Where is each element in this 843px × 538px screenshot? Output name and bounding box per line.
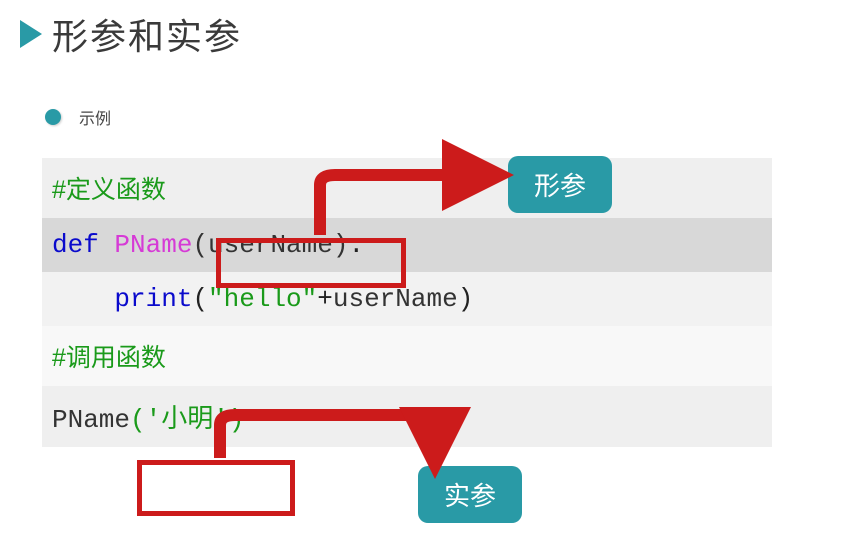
callout-formal-param: 形参 [508,156,612,213]
close-paren-3: ) [229,405,245,435]
open-paren-2: ( [192,284,208,314]
sub-bullet: 示例 [45,105,111,129]
comment-call: #调用函数 [52,344,166,372]
plus-op: + [317,284,333,314]
call-fname: PName [52,405,130,435]
code-example: #定义函数 def PName(userName): print("hello"… [42,158,772,447]
highlight-box-arg [137,460,295,516]
indent [52,284,114,314]
arg-literal: '小明' [146,405,229,435]
code-line-4: #调用函数 [42,326,772,386]
print-call: print [114,284,192,314]
keyword-def: def [52,230,99,260]
var-ref: userName [333,284,458,314]
code-line-1: #定义函数 [42,158,772,218]
string-literal: "hello" [208,284,317,314]
slide-title: 形参和实参 [52,8,242,60]
comment-define: #定义函数 [52,176,166,204]
close-paren-2: ) [458,284,474,314]
code-line-2: def PName(userName): [42,218,772,272]
callout-actual-arg: 实参 [418,466,522,523]
colon: : [348,230,364,260]
sub-label: 示例 [79,105,111,129]
param-name: userName [208,230,333,260]
open-paren: ( [192,230,208,260]
bullet-dot-icon [45,109,61,125]
slide-header: 形参和实参 [20,8,242,60]
open-paren-3: ( [130,405,146,435]
function-name: PName [114,230,192,260]
close-paren: ) [333,230,349,260]
code-line-5: PName('小明') [42,386,772,447]
play-triangle-icon [20,20,42,48]
code-line-3: print("hello"+userName) [42,272,772,326]
